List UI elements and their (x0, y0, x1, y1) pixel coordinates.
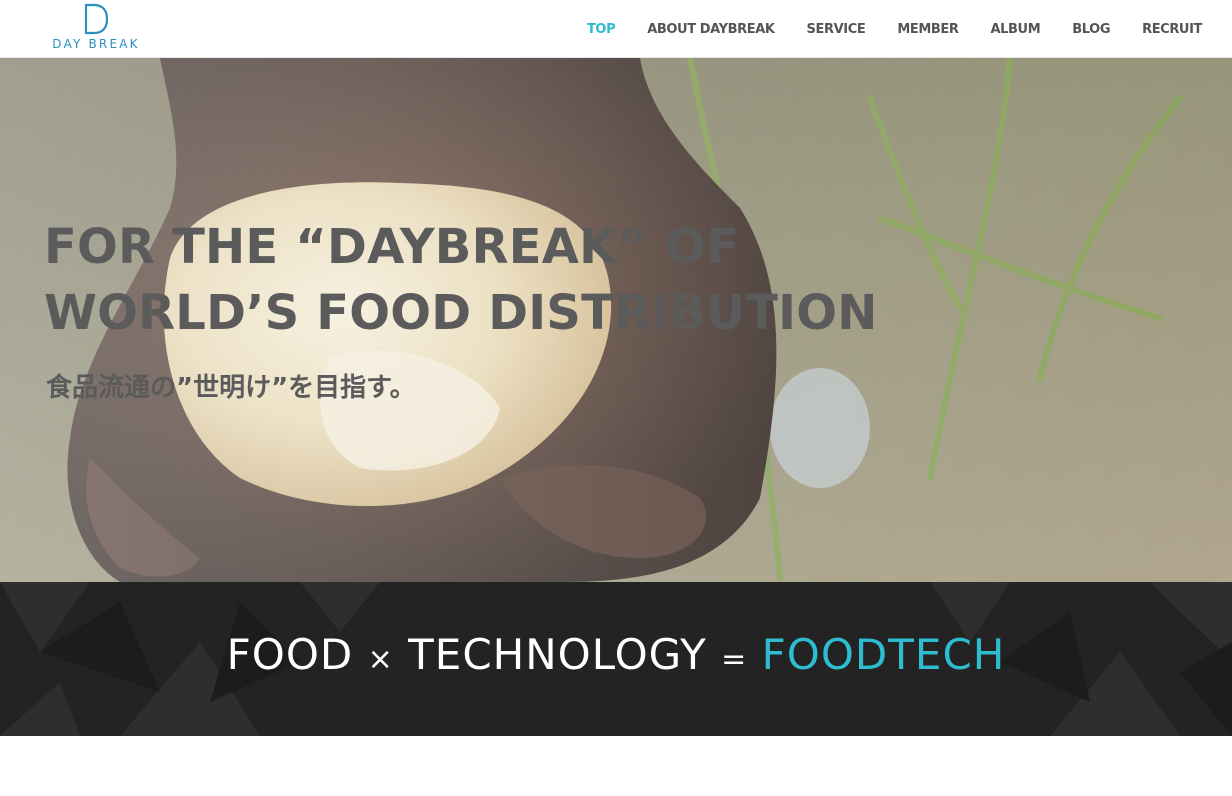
nav-member[interactable]: MEMBER (897, 22, 959, 37)
band-foodtech-text: FOODTECH (761, 630, 1006, 679)
nav-service[interactable]: SERVICE (807, 22, 866, 37)
band-food-text: FOOD (226, 630, 354, 679)
daybreak-logo[interactable]: DAY BREAK (40, 3, 152, 53)
foodtech-heading: FOOD × TECHNOLOGY = FOODTECH (0, 630, 1232, 679)
nav-album[interactable]: ALBUM (990, 22, 1040, 37)
logo-text: DAY BREAK (52, 37, 140, 51)
logo-d-icon (84, 3, 109, 35)
hero-title-line-2: WORLD’S FOOD DISTRIBUTION (44, 285, 878, 341)
nav-recruit[interactable]: RECRUIT (1142, 22, 1202, 37)
nav-about-daybreak[interactable]: ABOUT DAYBREAK (647, 22, 775, 37)
nav-top[interactable]: TOP (587, 22, 616, 37)
hero-subtitle: 食品流通の”世明け”を目指す。 (46, 373, 416, 403)
page-content-area (0, 736, 1232, 796)
band-times-symbol: × (367, 642, 394, 677)
hero-section: FOR THE “DAYBREAK” OF WORLD’S FOOD DISTR… (0, 58, 1232, 582)
foodtech-band: FOOD × TECHNOLOGY = FOODTECH (0, 582, 1232, 736)
main-nav: TOP ABOUT DAYBREAK SERVICE MEMBER ALBUM … (555, 0, 1202, 58)
site-header: DAY BREAK TOP ABOUT DAYBREAK SERVICE MEM… (0, 0, 1232, 58)
band-equals-symbol: = (721, 642, 748, 677)
hero-title-line-1: FOR THE “DAYBREAK” OF (44, 219, 740, 275)
nav-blog[interactable]: BLOG (1072, 22, 1110, 37)
hero-title: FOR THE “DAYBREAK” OF WORLD’S FOOD DISTR… (44, 214, 878, 346)
band-technology-text: TECHNOLOGY (408, 630, 707, 679)
